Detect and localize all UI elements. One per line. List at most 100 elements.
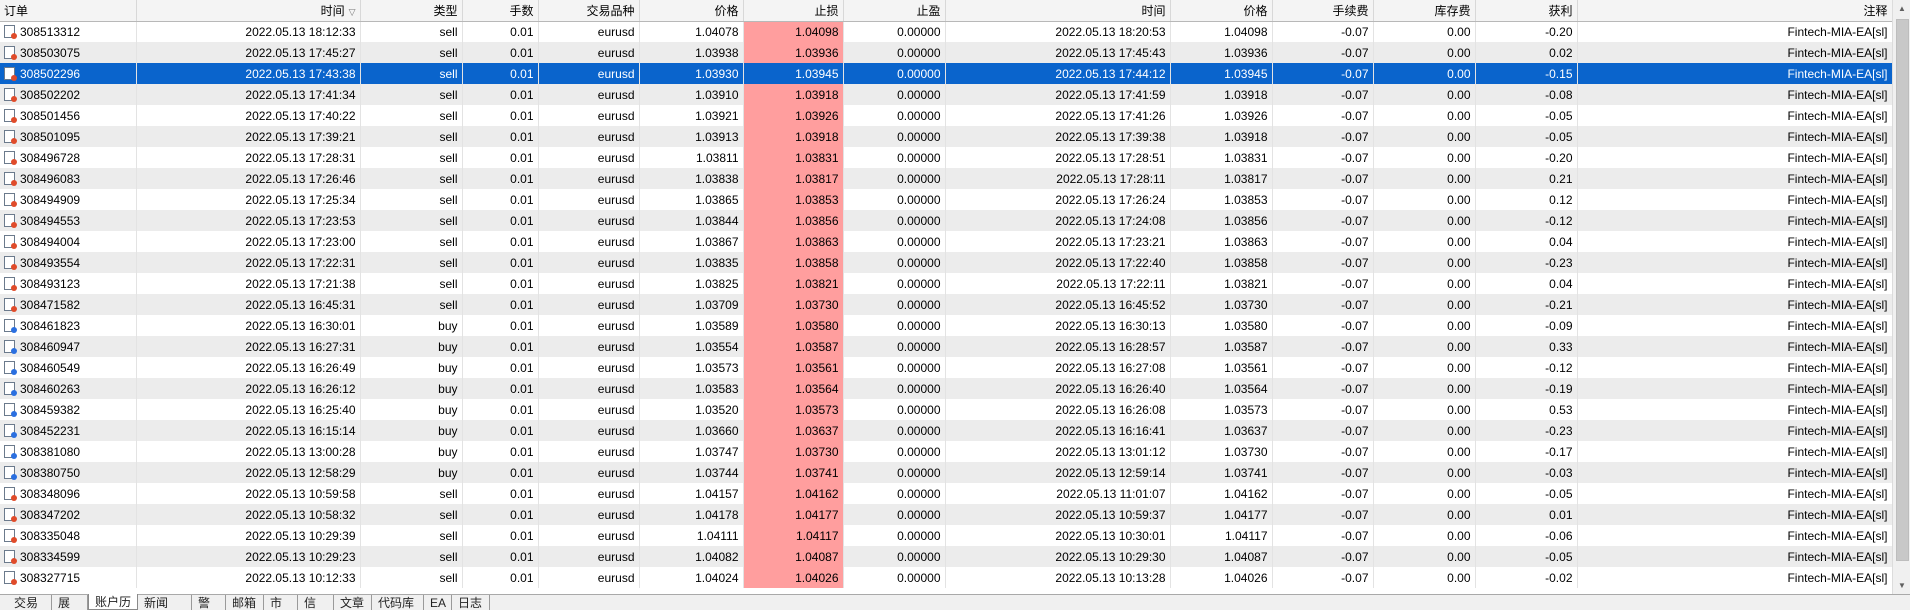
commission-cell: -0.07 xyxy=(1272,399,1374,420)
tab-5[interactable]: 邮箱 xyxy=(226,595,264,610)
open-price-cell: 1.03938 xyxy=(639,42,744,63)
close-price-cell: 1.03858 xyxy=(1170,252,1273,273)
close-time-cell: 2022.05.13 17:28:11 xyxy=(945,168,1171,189)
account-history-grid[interactable]: 订单 时间 ▽ 类型 手数 交易品种 价格 止损 止盈 时间 价格 手续费 库存费 获利 注释 308513… xyxy=(0,0,1892,594)
table-row[interactable]: 308503075 2022.05.13 17:45:27 sell 0.01 euru… xyxy=(0,42,1892,63)
table-row[interactable]: 308459382 2022.05.13 16:25:40 buy 0.01 eurus… xyxy=(0,399,1892,420)
column-header-11[interactable]: 库存费 xyxy=(1373,0,1476,22)
table-row[interactable]: 308380750 2022.05.13 12:58:29 buy 0.01 eurus… xyxy=(0,462,1892,483)
column-header-label: 价格 xyxy=(1243,3,1268,18)
profit-cell: -0.23 xyxy=(1475,420,1578,441)
commission-cell: -0.07 xyxy=(1272,420,1374,441)
tab-11[interactable]: 日志 xyxy=(452,595,490,610)
stop-loss-cell: 1.03730 xyxy=(743,441,844,462)
stop-loss-cell: 1.03741 xyxy=(743,462,844,483)
table-row[interactable]: 308335048 2022.05.13 10:29:39 sell 0.01 euru… xyxy=(0,525,1892,546)
commission-cell: -0.07 xyxy=(1272,357,1374,378)
swap-cell: 0.00 xyxy=(1373,378,1476,399)
buy-order-icon xyxy=(4,339,17,354)
comment-cell: Fintech-MIA-EA[sl] xyxy=(1577,231,1892,252)
table-row[interactable]: 308327715 2022.05.13 10:12:33 sell 0.01 euru… xyxy=(0,567,1892,588)
commission-cell: -0.07 xyxy=(1272,525,1374,546)
vertical-scrollbar[interactable]: ▲ ▼ xyxy=(1892,0,1910,594)
sell-order-icon xyxy=(4,486,17,501)
column-header-3[interactable]: 手数 xyxy=(462,0,539,22)
table-row[interactable]: 308513312 2022.05.13 18:12:33 sell 0.01 euru… xyxy=(0,21,1892,42)
order-number: 308452231 xyxy=(20,423,81,438)
swap-cell: 0.00 xyxy=(1373,126,1476,147)
lots-cell: 0.01 xyxy=(462,273,539,294)
profit-cell: -0.12 xyxy=(1475,210,1578,231)
column-header-13[interactable]: 注释 xyxy=(1577,0,1892,22)
column-header-8[interactable]: 时间 xyxy=(945,0,1171,22)
symbol-cell: eurusd xyxy=(538,357,640,378)
symbol-cell: eurusd xyxy=(538,336,640,357)
lots-cell: 0.01 xyxy=(462,126,539,147)
table-row[interactable]: 308493123 2022.05.13 17:21:38 sell 0.01 euru… xyxy=(0,273,1892,294)
table-row[interactable]: 308460263 2022.05.13 16:26:12 buy 0.01 eurus… xyxy=(0,378,1892,399)
table-row[interactable]: 308502296 2022.05.13 17:43:38 sell 0.01 euru… xyxy=(0,63,1892,84)
tab-3[interactable]: 新闻 xyxy=(138,595,192,610)
table-row[interactable]: 308501456 2022.05.13 17:40:22 sell 0.01 euru… xyxy=(0,105,1892,126)
open-time-cell: 2022.05.13 17:23:00 xyxy=(136,231,361,252)
column-header-5[interactable]: 价格 xyxy=(639,0,744,22)
order-number: 308459382 xyxy=(20,402,81,417)
tab-8[interactable]: 文章 xyxy=(334,595,372,610)
tab-2[interactable]: 账户历史 xyxy=(88,594,138,610)
table-row[interactable]: 308471582 2022.05.13 16:45:31 sell 0.01 euru… xyxy=(0,294,1892,315)
table-row[interactable]: 308381080 2022.05.13 13:00:28 buy 0.01 eurus… xyxy=(0,441,1892,462)
table-row[interactable]: 308496728 2022.05.13 17:28:31 sell 0.01 euru… xyxy=(0,147,1892,168)
tab-7[interactable]: 信号 xyxy=(298,595,334,610)
open-price-cell: 1.03520 xyxy=(639,399,744,420)
swap-cell: 0.00 xyxy=(1373,273,1476,294)
stop-loss-cell: 1.03853 xyxy=(743,189,844,210)
sort-descending-icon: ▽ xyxy=(348,6,356,17)
tab-10[interactable]: EA xyxy=(424,595,452,610)
table-row[interactable]: 308461823 2022.05.13 16:30:01 buy 0.01 eurus… xyxy=(0,315,1892,336)
stop-loss-cell: 1.03564 xyxy=(743,378,844,399)
table-row[interactable]: 308494004 2022.05.13 17:23:00 sell 0.01 euru… xyxy=(0,231,1892,252)
close-time-cell: 2022.05.13 13:01:12 xyxy=(945,441,1171,462)
tab-1[interactable]: 展示 xyxy=(52,595,88,610)
table-row[interactable]: 308493554 2022.05.13 17:22:31 sell 0.01 euru… xyxy=(0,252,1892,273)
commission-cell: -0.07 xyxy=(1272,42,1374,63)
tab-4[interactable]: 警报 xyxy=(192,595,226,610)
table-row[interactable]: 308460549 2022.05.13 16:26:49 buy 0.01 eurus… xyxy=(0,357,1892,378)
tab-0[interactable]: 交易 xyxy=(8,595,52,610)
scroll-down-icon[interactable]: ▼ xyxy=(1893,577,1910,594)
table-row[interactable]: 308494553 2022.05.13 17:23:53 sell 0.01 euru… xyxy=(0,210,1892,231)
column-header-6[interactable]: 止损 xyxy=(743,0,844,22)
order-number: 308513312 xyxy=(20,24,81,39)
comment-cell: Fintech-MIA-EA[sl] xyxy=(1577,483,1892,504)
type-cell: sell xyxy=(360,483,463,504)
swap-cell: 0.00 xyxy=(1373,357,1476,378)
table-row[interactable]: 308501095 2022.05.13 17:39:21 sell 0.01 euru… xyxy=(0,126,1892,147)
sell-order-icon xyxy=(4,528,17,543)
column-header-0[interactable]: 订单 xyxy=(0,0,137,22)
column-header-7[interactable]: 止盈 xyxy=(843,0,946,22)
tab-9[interactable]: 代码库 xyxy=(372,595,424,610)
column-header-9[interactable]: 价格 xyxy=(1170,0,1273,22)
order-number: 308334599 xyxy=(20,549,81,564)
scroll-up-icon[interactable]: ▲ xyxy=(1893,0,1910,17)
scrollbar-thumb[interactable] xyxy=(1896,19,1909,561)
column-header-12[interactable]: 获利 xyxy=(1475,0,1578,22)
table-row[interactable]: 308494909 2022.05.13 17:25:34 sell 0.01 euru… xyxy=(0,189,1892,210)
open-time-cell: 2022.05.13 18:12:33 xyxy=(136,21,361,42)
table-row[interactable]: 308496083 2022.05.13 17:26:46 sell 0.01 euru… xyxy=(0,168,1892,189)
open-price-cell: 1.03844 xyxy=(639,210,744,231)
column-header-4[interactable]: 交易品种 xyxy=(538,0,640,22)
column-header-2[interactable]: 类型 xyxy=(360,0,463,22)
column-header-10[interactable]: 手续费 xyxy=(1272,0,1374,22)
table-row[interactable]: 308502202 2022.05.13 17:41:34 sell 0.01 euru… xyxy=(0,84,1892,105)
sell-order-icon xyxy=(4,297,17,312)
order-number: 308493554 xyxy=(20,255,81,270)
table-row[interactable]: 308452231 2022.05.13 16:15:14 buy 0.01 eurus… xyxy=(0,420,1892,441)
table-row[interactable]: 308347202 2022.05.13 10:58:32 sell 0.01 euru… xyxy=(0,504,1892,525)
open-price-cell: 1.04111 xyxy=(639,525,744,546)
tab-6[interactable]: 市场 xyxy=(264,595,298,610)
table-row[interactable]: 308348096 2022.05.13 10:59:58 sell 0.01 euru… xyxy=(0,483,1892,504)
column-header-1[interactable]: 时间 ▽ xyxy=(136,0,361,22)
table-row[interactable]: 308334599 2022.05.13 10:29:23 sell 0.01 euru… xyxy=(0,546,1892,567)
table-row[interactable]: 308460947 2022.05.13 16:27:31 buy 0.01 eurus… xyxy=(0,336,1892,357)
